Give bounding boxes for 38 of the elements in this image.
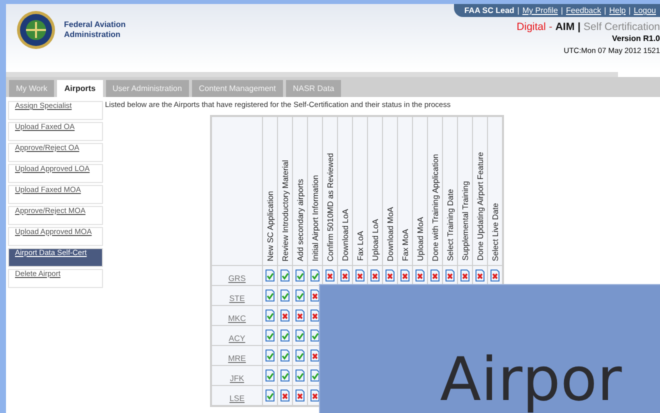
column-header: Select Live Date	[490, 202, 500, 261]
column-header: Done Updating Airport Feature	[476, 152, 484, 261]
column-header: New SC Application	[266, 190, 274, 261]
column-header: Confirm 5010MD as Reviewed	[326, 152, 334, 261]
airport-link[interactable]: MRE	[228, 354, 246, 363]
user-name: FAA SC Lead	[464, 6, 514, 15]
column-header: Fax LoA	[356, 231, 364, 261]
link-separator: |	[604, 6, 606, 15]
column-header: Download MoA	[386, 206, 394, 261]
nav-tab[interactable]: Airports	[57, 80, 103, 97]
airport-link[interactable]: LSE	[229, 394, 245, 403]
app-title: Digital - AIM | Self Certification	[516, 21, 660, 33]
header-link[interactable]: Feedback	[566, 6, 602, 15]
column-header: Supplemental Training	[460, 181, 470, 261]
link-separator: |	[517, 6, 520, 15]
org-name: Federal Aviation Administration	[64, 20, 127, 40]
column-header: Upload MoA	[416, 216, 424, 261]
version-label: Version R1.0	[612, 34, 660, 43]
column-header: Download LoA	[340, 208, 350, 261]
airport-link[interactable]: JFK	[230, 374, 244, 383]
header-link[interactable]: My Profile	[522, 6, 558, 15]
header-link[interactable]: Help	[609, 6, 626, 15]
column-header: Done with Training Application	[430, 154, 440, 261]
link-separator: |	[628, 6, 631, 15]
header-link[interactable]: Logou	[634, 6, 656, 15]
column-header: Fax MoA	[400, 228, 410, 261]
link-separator: |	[560, 6, 563, 15]
column-header: Review Introductory Material	[280, 160, 290, 261]
seal-icon	[16, 10, 56, 50]
column-header: Upload LoA	[370, 219, 380, 261]
column-header: Add secondary airports	[296, 178, 304, 261]
overlay-title: Airpor	[440, 347, 622, 413]
airport-link[interactable]: ACY	[228, 334, 246, 343]
column-header: Initial Airport Information	[310, 174, 320, 261]
airport-link[interactable]: MKC	[228, 314, 246, 323]
airport-link[interactable]: GRS	[228, 274, 246, 283]
airport-link[interactable]: STE	[229, 294, 245, 303]
column-header: Select Training Date	[446, 188, 454, 261]
